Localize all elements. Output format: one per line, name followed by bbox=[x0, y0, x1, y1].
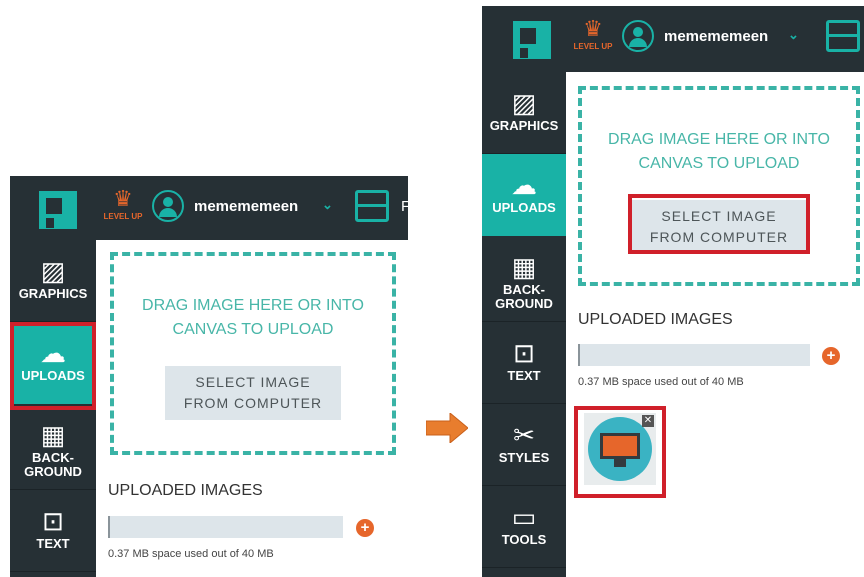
chevron-down-icon[interactable]: ⌄ bbox=[322, 197, 333, 213]
arrow-right-icon bbox=[426, 413, 468, 443]
sidebar-item-graphics[interactable]: ▨ GRAPHICS bbox=[10, 240, 96, 322]
sidebar-item-label: GRAPHICS bbox=[489, 118, 559, 133]
dropzone-text: DRAG IMAGE HERE OR INTO CANVAS TO UPLOAD bbox=[582, 128, 856, 176]
truncated-label: F bbox=[401, 198, 408, 215]
toolbox-icon: ▭ bbox=[511, 502, 537, 532]
level-up-button[interactable]: ♛ LEVEL UP bbox=[571, 18, 615, 54]
highlight-select-button bbox=[628, 194, 810, 254]
dropzone-line-1: DRAG IMAGE HERE OR INTO bbox=[142, 297, 364, 314]
sidebar-item-label: TEXT bbox=[36, 536, 70, 551]
sidebar: ▨ GRAPHICS ☁ UPLOADS ▦ BACK- GROUND ⊡ TE… bbox=[482, 72, 566, 577]
user-circle-icon[interactable] bbox=[152, 190, 184, 222]
top-bar: ♛ LEVEL UP memememeen ⌄ F bbox=[10, 176, 408, 240]
highlight-uploaded-thumbnail bbox=[574, 406, 666, 498]
sidebar-item-label: GRAPHICS bbox=[18, 286, 88, 301]
sidebar-item-label: TEXT bbox=[507, 368, 541, 383]
top-bar: ♛ LEVEL UP memememeen ⌄ bbox=[482, 6, 864, 72]
sidebar-item-text[interactable]: ⊡ TEXT bbox=[482, 322, 566, 404]
username[interactable]: memememeen bbox=[194, 198, 298, 215]
add-upload-button[interactable]: + bbox=[822, 347, 840, 365]
storage-usage-bar bbox=[108, 516, 343, 538]
level-up-label: LEVEL UP bbox=[573, 42, 613, 51]
image-icon: ▨ bbox=[511, 88, 537, 118]
uploaded-images-title: UPLOADED IMAGES bbox=[108, 482, 263, 499]
add-upload-button[interactable]: + bbox=[356, 519, 374, 537]
toolbox-icon[interactable] bbox=[355, 190, 389, 222]
sidebar-item-label: STYLES bbox=[498, 450, 550, 465]
crown-icon: ♛ bbox=[113, 186, 133, 211]
toolbox-icon[interactable] bbox=[826, 20, 860, 52]
dropzone-text: DRAG IMAGE HERE OR INTO CANVAS TO UPLOAD bbox=[114, 294, 392, 342]
chevron-down-icon[interactable]: ⌄ bbox=[788, 27, 799, 43]
select-button-line-2: FROM COMPUTER bbox=[183, 395, 323, 411]
right-panel: ♛ LEVEL UP memememeen ⌄ ▨ GRAPHICS ☁ UPL… bbox=[482, 6, 864, 577]
crown-icon: ♛ bbox=[583, 16, 603, 41]
storage-usage-bar bbox=[578, 344, 810, 366]
app-logo[interactable] bbox=[510, 18, 554, 62]
sidebar-item-uploads[interactable]: ☁ UPLOADS bbox=[482, 154, 566, 236]
highlight-uploads-tab bbox=[10, 322, 96, 410]
text-icon: ⊡ bbox=[42, 506, 64, 536]
sidebar-item-tools[interactable]: ▭ TOOLS bbox=[482, 486, 566, 568]
storage-usage-text: 0.37 MB space used out of 40 MB bbox=[578, 376, 744, 388]
upload-dropzone[interactable]: DRAG IMAGE HERE OR INTO CANVAS TO UPLOAD… bbox=[578, 86, 860, 286]
sidebar-item-background[interactable]: ▦ BACK- GROUND bbox=[10, 404, 96, 490]
sidebar-item-label: GROUND bbox=[24, 464, 82, 479]
dropzone-line-1: DRAG IMAGE HERE OR INTO bbox=[608, 131, 830, 148]
user-circle-icon[interactable] bbox=[622, 20, 654, 52]
background-icon: ▦ bbox=[511, 252, 537, 282]
text-icon: ⊡ bbox=[513, 338, 535, 368]
image-icon: ▨ bbox=[40, 256, 66, 286]
level-up-button[interactable]: ♛ LEVEL UP bbox=[101, 188, 145, 224]
username[interactable]: memememeen bbox=[664, 28, 768, 45]
sidebar-item-label: TOOLS bbox=[501, 532, 547, 547]
level-up-label: LEVEL UP bbox=[103, 212, 143, 221]
styles-icon: ✂ bbox=[513, 420, 535, 450]
select-button-line-1: SELECT IMAGE bbox=[195, 374, 311, 390]
app-logo[interactable] bbox=[36, 188, 80, 232]
sidebar-item-label: UPLOADS bbox=[492, 200, 556, 215]
sidebar-item-text[interactable]: ⊡ TEXT bbox=[10, 490, 96, 572]
sidebar-item-background[interactable]: ▦ BACK- GROUND bbox=[482, 236, 566, 322]
sidebar-item-styles[interactable]: ✂ STYLES bbox=[482, 404, 566, 486]
select-image-button[interactable]: SELECT IMAGE FROM COMPUTER bbox=[165, 366, 341, 420]
dropzone-line-2: CANVAS TO UPLOAD bbox=[638, 155, 800, 172]
cloud-upload-icon: ☁ bbox=[511, 170, 537, 200]
storage-usage-text: 0.37 MB space used out of 40 MB bbox=[108, 548, 274, 560]
uploaded-images-title: UPLOADED IMAGES bbox=[578, 311, 733, 328]
sidebar-item-label: GROUND bbox=[495, 296, 553, 311]
background-icon: ▦ bbox=[40, 420, 66, 450]
sidebar-item-graphics[interactable]: ▨ GRAPHICS bbox=[482, 72, 566, 154]
upload-dropzone[interactable]: DRAG IMAGE HERE OR INTO CANVAS TO UPLOAD… bbox=[110, 252, 396, 455]
dropzone-line-2: CANVAS TO UPLOAD bbox=[172, 321, 334, 338]
